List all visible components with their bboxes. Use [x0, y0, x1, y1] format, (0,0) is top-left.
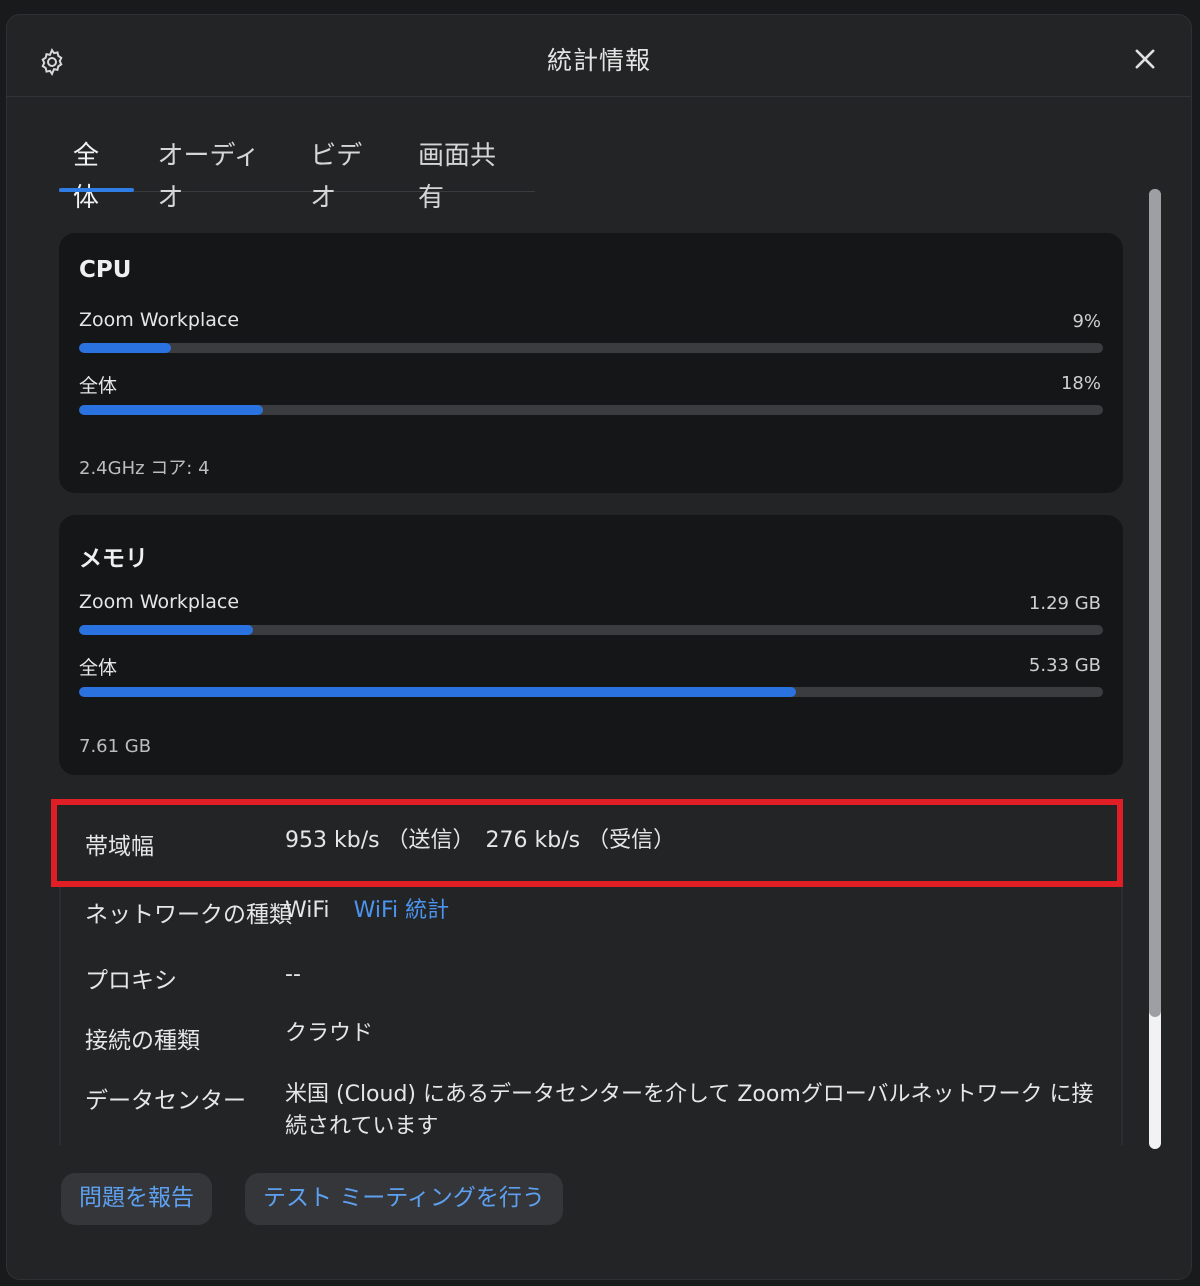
cpu-footer: 2.4GHz コア: 4: [79, 458, 210, 479]
memory-app-label: Zoom Workplace: [79, 591, 240, 613]
cpu-app-bar-fill: [79, 343, 172, 353]
datacenter-label: データセンター: [85, 1088, 246, 1114]
wifi-stats-link[interactable]: WiFi 統計: [354, 898, 450, 923]
scrollbar-track[interactable]: [1149, 189, 1161, 1149]
connection-type-label: 接続の種類: [85, 1028, 200, 1054]
cpu-app-label: Zoom Workplace: [79, 309, 240, 331]
tab-audio[interactable]: オーディオ: [144, 135, 287, 213]
cpu-total-bar-fill: [79, 405, 264, 415]
cpu-total-label: 全体: [79, 375, 118, 397]
report-problem-button[interactable]: 問題を報告: [61, 1173, 212, 1225]
memory-total-bar: [79, 687, 1103, 697]
close-icon[interactable]: [1131, 45, 1159, 73]
cpu-app-value: 9%: [1072, 311, 1101, 332]
memory-app-bar-fill: [79, 625, 254, 635]
proxy-value: --: [285, 962, 301, 987]
memory-total-value: 5.33 GB: [1028, 655, 1101, 676]
memory-card: メモリ Zoom Workplace 1.29 GB 全体 5.33 GB 7.…: [59, 515, 1123, 775]
memory-title: メモリ: [79, 546, 148, 572]
memory-footer: 7.61 GB: [79, 736, 152, 757]
network-type-value: WiFi WiFi 統計: [285, 895, 1095, 927]
network-type-label: ネットワークの種類: [85, 902, 292, 928]
window-title: 統計情報: [546, 46, 651, 75]
cpu-total-value: 18%: [1060, 373, 1101, 394]
cpu-card: CPU Zoom Workplace 9% 全体 18% 2.4GHz コア: …: [59, 233, 1123, 493]
tab-screen-share[interactable]: 画面共有: [404, 135, 525, 213]
network-type-text: WiFi: [285, 898, 330, 923]
scrollbar-thumb[interactable]: [1149, 189, 1161, 1017]
memory-app-bar: [79, 625, 1103, 635]
tab-overall[interactable]: 全体: [59, 135, 134, 213]
title-bar: 統計情報: [7, 15, 1191, 97]
bandwidth-highlight-box: [51, 799, 1123, 887]
test-meeting-button[interactable]: テスト ミーティングを行う: [245, 1173, 563, 1225]
proxy-label: プロキシ: [85, 968, 177, 994]
memory-total-bar-fill: [79, 687, 796, 697]
datacenter-value: 米国 (Cloud) にあるデータセンターを介して Zoomグローバルネットワー…: [285, 1082, 1094, 1139]
statistics-window: 統計情報 全体 オーディオ ビデオ 画面共有 CPU Zoom Workplac…: [6, 14, 1192, 1280]
memory-app-value: 1.29 GB: [1028, 593, 1101, 614]
memory-total-label: 全体: [79, 657, 118, 679]
cpu-app-bar: [79, 343, 1103, 353]
connection-type-value: クラウド: [285, 1021, 374, 1046]
tab-bar: 全体 オーディオ ビデオ 画面共有: [59, 135, 535, 213]
cpu-total-bar: [79, 405, 1103, 415]
cpu-title: CPU: [79, 257, 132, 283]
tab-video[interactable]: ビデオ: [296, 135, 394, 213]
